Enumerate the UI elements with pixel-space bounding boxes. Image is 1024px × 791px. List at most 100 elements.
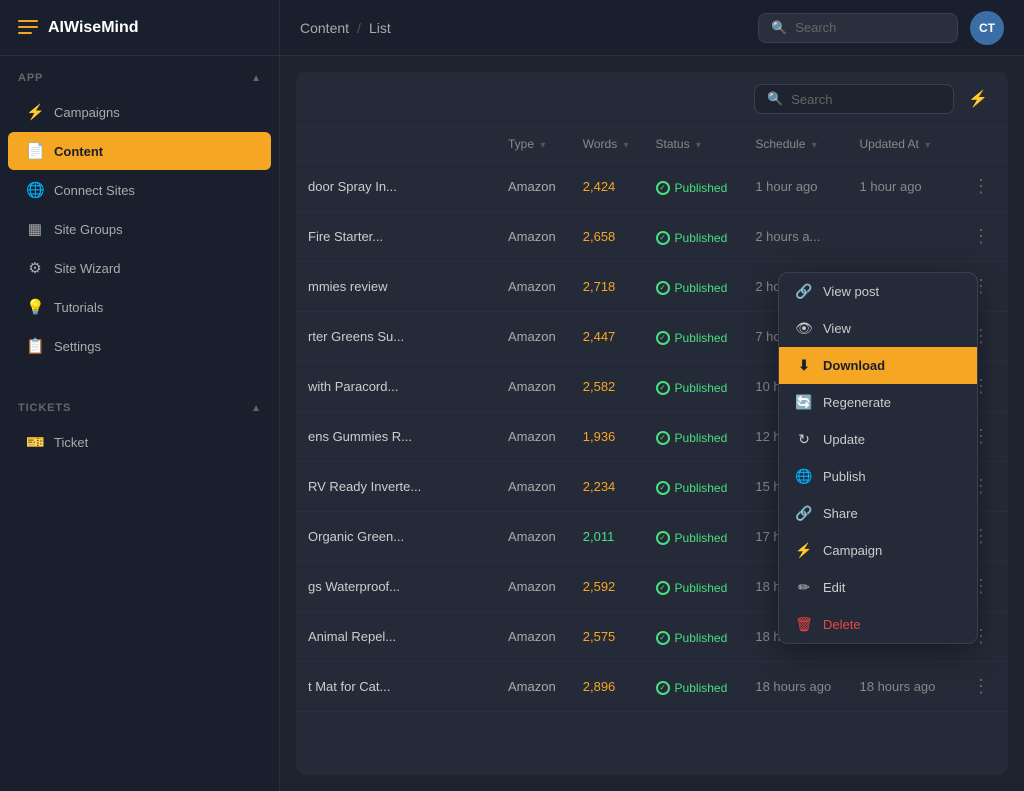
sidebar-nav: ⚡ Campaigns 📄 Content 🌐 Connect Sites ▦ … xyxy=(0,92,279,366)
edit-icon: ✏ xyxy=(795,579,813,596)
header-right: 🔍 CT xyxy=(758,11,1004,45)
row-type: Amazon xyxy=(496,662,571,712)
col-status[interactable]: Status ▾ xyxy=(644,127,744,162)
context-menu-label: Regenerate xyxy=(823,395,891,410)
filter-button[interactable]: ⚡ xyxy=(964,85,992,113)
col-actions xyxy=(952,127,1008,162)
col-schedule[interactable]: Schedule ▾ xyxy=(743,127,847,162)
row-type: Amazon xyxy=(496,362,571,412)
row-words: 2,582 xyxy=(571,362,644,412)
col-title xyxy=(296,127,496,162)
settings-icon: 📋 xyxy=(26,337,44,355)
row-words: 2,718 xyxy=(571,262,644,312)
context-menu-delete[interactable]: 🗑 Delete xyxy=(779,606,977,643)
row-words: 2,896 xyxy=(571,662,644,712)
row-status: Published xyxy=(644,312,744,362)
sidebar-header: AIWiseMind xyxy=(0,0,279,56)
row-title: with Paracord... xyxy=(296,362,496,412)
row-actions: ⋮ xyxy=(952,662,1008,712)
sidebar-item-site-groups[interactable]: ▦ Site Groups xyxy=(8,210,271,248)
row-title: t Mat for Cat... xyxy=(296,662,496,712)
row-more-button[interactable]: ⋮ xyxy=(966,674,996,699)
avatar[interactable]: CT xyxy=(970,11,1004,45)
col-updated[interactable]: Updated At ▾ xyxy=(848,127,952,162)
context-menu-label: Update xyxy=(823,432,865,447)
toolbar-search-input[interactable] xyxy=(791,92,931,107)
app-section-header: APP ▲ xyxy=(0,56,279,92)
breadcrumb: Content / List xyxy=(300,20,391,36)
sidebar-item-campaigns[interactable]: ⚡ Campaigns xyxy=(8,93,271,131)
sidebar-item-label: Site Wizard xyxy=(54,261,120,276)
row-more-button[interactable]: ⋮ xyxy=(966,224,996,249)
site-groups-icon: ▦ xyxy=(26,220,44,238)
header-search-bar[interactable]: 🔍 xyxy=(758,13,958,43)
context-menu-label: Download xyxy=(823,358,885,373)
download-icon: ⬇ xyxy=(795,357,813,374)
context-menu-download[interactable]: ⬇ Download xyxy=(779,347,977,384)
toolbar-search-bar[interactable]: 🔍 xyxy=(754,84,954,114)
row-title: Organic Green... xyxy=(296,512,496,562)
row-words: 2,011 xyxy=(571,512,644,562)
sidebar-item-content[interactable]: 📄 Content xyxy=(8,132,271,170)
sidebar-item-ticket[interactable]: 🎫 Ticket xyxy=(8,423,271,461)
context-menu-share[interactable]: 🔗 Share xyxy=(779,495,977,532)
row-type: Amazon xyxy=(496,162,571,212)
sidebar-item-label: Content xyxy=(54,144,103,159)
context-menu-edit[interactable]: ✏ Edit xyxy=(779,569,977,606)
context-menu-label: Share xyxy=(823,506,858,521)
context-menu-regenerate[interactable]: 🔄 Regenerate xyxy=(779,384,977,421)
breadcrumb-root: Content xyxy=(300,20,349,36)
sidebar: AIWiseMind APP ▲ ⚡ Campaigns 📄 Content 🌐… xyxy=(0,0,280,791)
context-menu-label: Delete xyxy=(823,617,861,632)
row-title: Animal Repel... xyxy=(296,612,496,662)
row-status: Published xyxy=(644,512,744,562)
row-status: Published xyxy=(644,612,744,662)
row-words: 1,936 xyxy=(571,412,644,462)
context-menu-campaign[interactable]: ⚡ Campaign xyxy=(779,532,977,569)
main-area: Content / List 🔍 CT 🔍 ⚡ xyxy=(280,0,1024,791)
row-words: 2,234 xyxy=(571,462,644,512)
publish-icon: 🌐 xyxy=(795,468,813,485)
sidebar-item-label: Site Groups xyxy=(54,222,123,237)
context-menu-update[interactable]: ↻ Update xyxy=(779,421,977,458)
sidebar-item-site-wizard[interactable]: ⚙ Site Wizard xyxy=(8,249,271,287)
row-schedule: 18 hours ago xyxy=(743,662,847,712)
header-search-icon: 🔍 xyxy=(771,20,787,36)
col-type[interactable]: Type ▾ xyxy=(496,127,571,162)
site-wizard-icon: ⚙ xyxy=(26,259,44,277)
app-title: AIWiseMind xyxy=(48,19,139,37)
col-words[interactable]: Words ▾ xyxy=(571,127,644,162)
delete-icon: 🗑 xyxy=(795,616,813,633)
row-updated: 18 hours ago xyxy=(848,662,952,712)
sidebar-item-tutorials[interactable]: 💡 Tutorials xyxy=(8,288,271,326)
context-menu-view-post[interactable]: 🔗 View post xyxy=(779,273,977,310)
sidebar-item-label: Campaigns xyxy=(54,105,120,120)
header-search-input[interactable] xyxy=(795,20,935,35)
table-row: Fire Starter... Amazon 2,658 Published 2… xyxy=(296,212,1008,262)
row-title: RV Ready Inverte... xyxy=(296,462,496,512)
row-updated xyxy=(848,212,952,262)
row-more-button[interactable]: ⋮ xyxy=(966,174,996,199)
sidebar-item-connect-sites[interactable]: 🌐 Connect Sites xyxy=(8,171,271,209)
context-menu-publish[interactable]: 🌐 Publish xyxy=(779,458,977,495)
view-post-icon: 🔗 xyxy=(795,283,813,300)
table-row: door Spray In... Amazon 2,424 Published … xyxy=(296,162,1008,212)
row-actions: ⋮ xyxy=(952,212,1008,262)
context-menu-view[interactable]: 👁 View xyxy=(779,310,977,347)
app-section-label: APP xyxy=(18,72,43,84)
context-menu-label: View xyxy=(823,321,851,336)
row-title: rter Greens Su... xyxy=(296,312,496,362)
hamburger-icon[interactable] xyxy=(18,20,38,36)
row-updated: 1 hour ago xyxy=(848,162,952,212)
row-words: 2,592 xyxy=(571,562,644,612)
sidebar-item-settings[interactable]: 📋 Settings xyxy=(8,327,271,365)
row-words: 2,447 xyxy=(571,312,644,362)
row-schedule: 2 hours a... xyxy=(743,212,847,262)
breadcrumb-separator: / xyxy=(357,20,361,36)
content-icon: 📄 xyxy=(26,142,44,160)
row-title: door Spray In... xyxy=(296,162,496,212)
campaign-icon: ⚡ xyxy=(795,542,813,559)
row-words: 2,658 xyxy=(571,212,644,262)
tickets-section-label: TICKETS xyxy=(18,402,71,414)
breadcrumb-current: List xyxy=(369,20,391,36)
